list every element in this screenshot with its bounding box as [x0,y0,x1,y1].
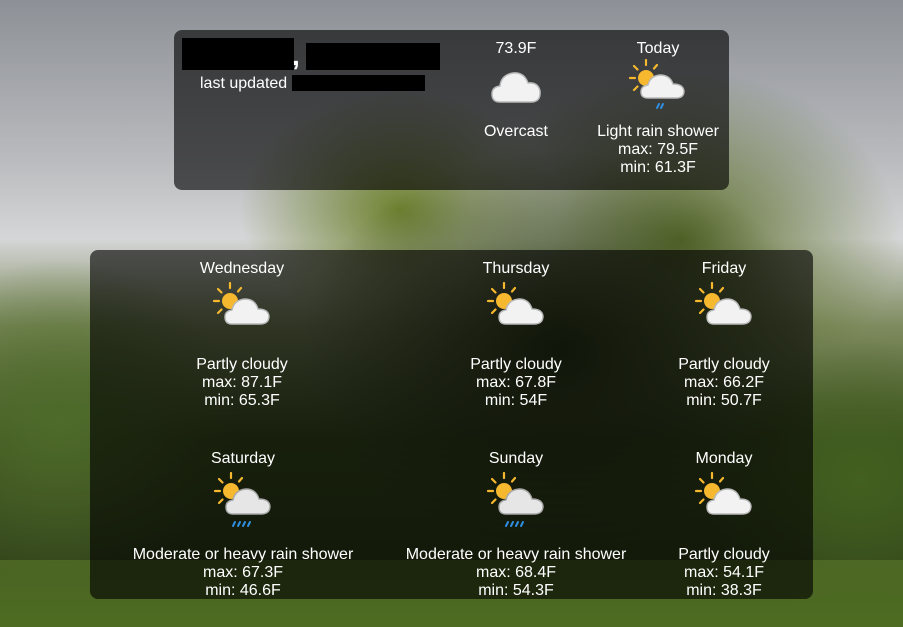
forecast-condition: Moderate or heavy rain shower [405,546,627,563]
sun-cloud-heavy-rain-icon [486,471,544,527]
sun-cloud-light-rain-icon [628,58,685,109]
sun-cloud-icon [694,471,752,515]
forecast-day: Monday Partly cloudy max: 54.1F min: 38.… [654,450,794,600]
sun-cloud-icon [486,281,544,325]
forecast-condition: Partly cloudy [196,356,288,373]
forecast-min: min: 46.6F [205,582,281,599]
forecast-day: Wednesday Partly cloudy max: 87.1F min: … [152,260,332,410]
redacted-region [306,43,440,70]
current-temperature: 73.9F [495,40,537,57]
redacted-city [182,38,294,70]
cloud-icon [491,72,541,103]
forecast-condition: Moderate or heavy rain shower [132,546,354,563]
current-condition-text: Overcast [483,123,548,140]
location-separator: , [292,40,300,71]
current-conditions: 73.9F Overcast [466,40,566,141]
forecast-day-label: Saturday [210,450,276,467]
forecast-max: max: 66.2F [683,374,765,391]
forecast-max: max: 67.3F [202,564,284,581]
today-forecast: Today Light rain shower max: 79.5F min: … [578,40,738,177]
today-max: max: 79.5F [617,141,699,158]
forecast-day-label: Monday [695,450,753,467]
redacted-timestamp [292,75,425,91]
forecast-day-label: Sunday [488,450,544,467]
forecast-max: max: 68.4F [475,564,557,581]
forecast-panel: Wednesday Partly cloudy max: 87.1F min: … [90,250,813,599]
sun-cloud-icon [212,281,270,325]
forecast-day: Sunday Moderate or heavy rain shower max… [396,450,636,600]
forecast-condition: Partly cloudy [470,356,562,373]
sun-cloud-icon [694,281,752,325]
forecast-condition: Partly cloudy [678,546,770,563]
forecast-day-label: Wednesday [199,260,285,277]
forecast-min: min: 54F [484,392,548,409]
today-min: min: 61.3F [620,159,696,176]
sun-cloud-heavy-rain-icon [213,471,271,527]
forecast-day-label: Friday [701,260,747,277]
forecast-min: min: 50.7F [686,392,762,409]
current-weather-panel: , last updated 73.9F Overcast Today Ligh… [174,30,729,190]
forecast-day-label: Thursday [482,260,550,277]
forecast-max: max: 67.8F [475,374,557,391]
last-updated-label: last updated [200,75,288,92]
forecast-min: min: 65.3F [204,392,280,409]
forecast-min: min: 38.3F [686,582,762,599]
forecast-max: max: 54.1F [683,564,765,581]
forecast-max: max: 87.1F [201,374,283,391]
forecast-day: Saturday Moderate or heavy rain shower m… [123,450,363,600]
today-label: Today [636,40,680,57]
forecast-condition: Partly cloudy [678,356,770,373]
forecast-min: min: 54.3F [478,582,554,599]
forecast-day: Thursday Partly cloudy max: 67.8F min: 5… [426,260,606,410]
forecast-day: Friday Partly cloudy max: 66.2F min: 50.… [654,260,794,410]
today-condition-text: Light rain shower [597,123,719,140]
